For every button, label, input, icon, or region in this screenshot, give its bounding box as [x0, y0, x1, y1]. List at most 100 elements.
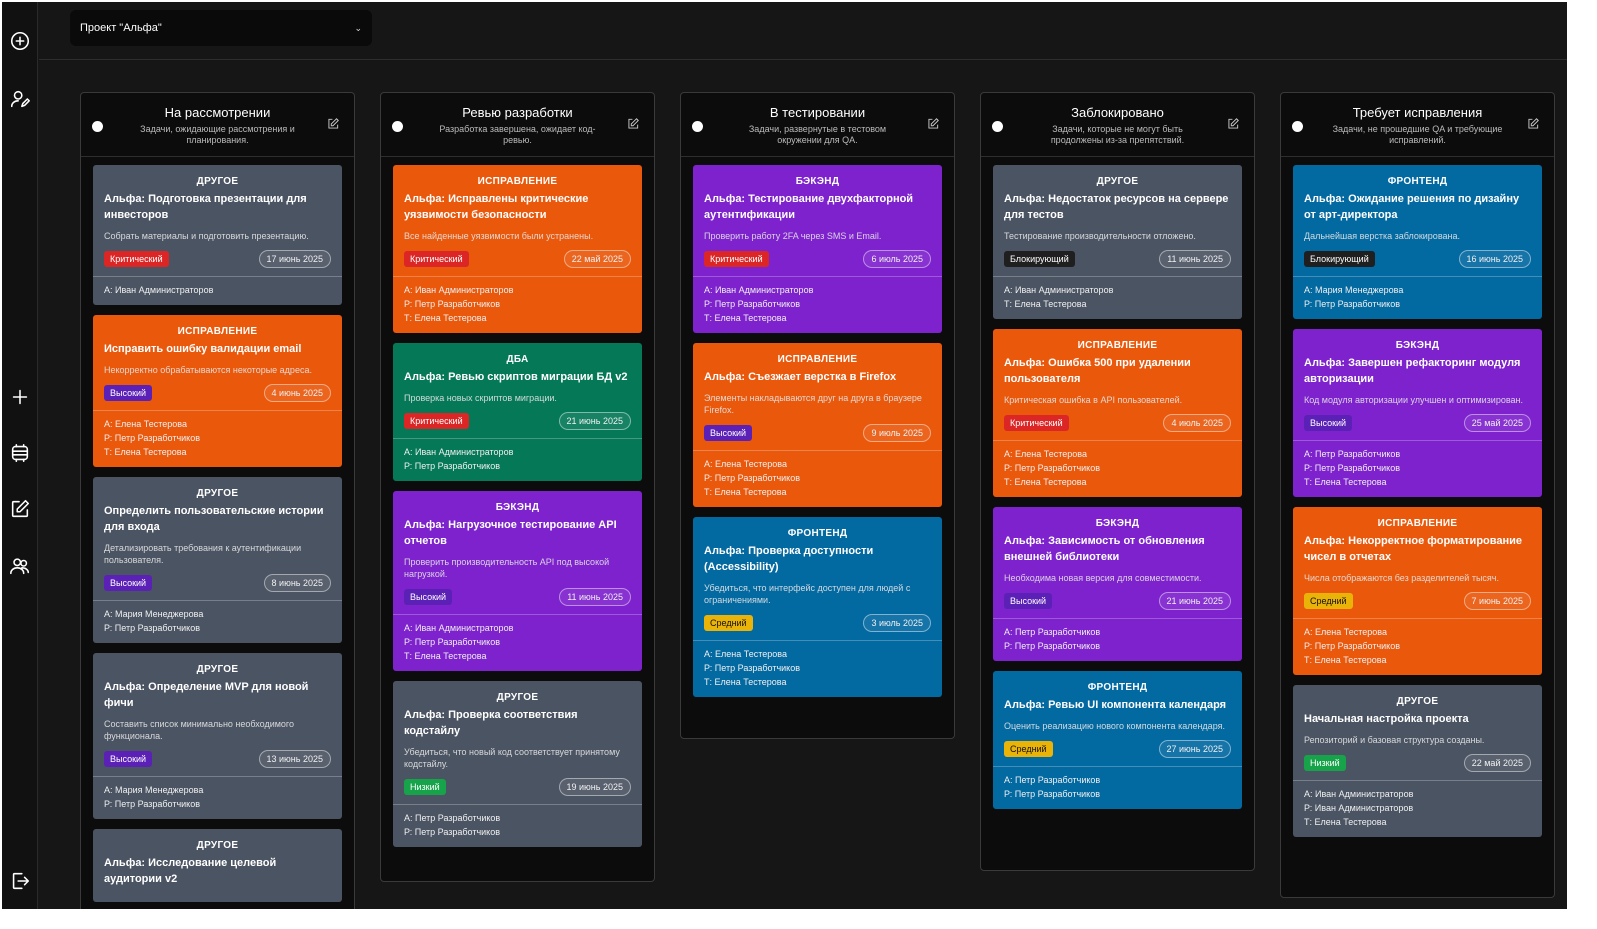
edit-icon[interactable] [1226, 117, 1240, 131]
project-select[interactable]: Проект "Альфа" ⌄ [70, 10, 372, 46]
due-date-badge: 21 июнь 2025 [558, 412, 631, 430]
task-card[interactable]: ДРУГОЕ Альфа: Недостаток ресурсов на серв… [993, 165, 1242, 319]
priority-badge: Критический [704, 251, 769, 267]
edit-icon[interactable] [326, 117, 340, 131]
card-divider [993, 440, 1242, 441]
edit-icon[interactable] [1526, 117, 1540, 131]
edit-icon[interactable] [926, 117, 940, 131]
board-column: Ревью разработки Разработка завершена, ож… [380, 92, 655, 882]
edit-icon[interactable] [626, 117, 640, 131]
card-meta: Высокий 25 май 2025 [1304, 414, 1531, 432]
user-edit-icon[interactable] [7, 86, 33, 112]
task-card[interactable]: БЭКЭНД Альфа: Тестирование двухфакторной … [693, 165, 942, 333]
priority-badge: Низкий [404, 779, 446, 795]
card-list: ДРУГОЕ Альфа: Недостаток ресурсов на серв… [981, 157, 1254, 809]
card-description: Числа отображаются без разделителей тыся… [1304, 573, 1499, 583]
task-card[interactable]: ДБА Альфа: Ревью скриптов миграции БД v2 П… [393, 343, 642, 481]
card-title: Определить пользовательские истории для … [104, 505, 324, 533]
task-card[interactable]: ИСПРАВЛЕНИЕ Альфа: Съезжает верстка в Fir… [693, 343, 942, 507]
column-description: Задачи, которые не могут быть продолжены… [1050, 124, 1185, 145]
due-date-badge: 16 июнь 2025 [1458, 250, 1531, 268]
card-meta: Критический 4 июль 2025 [1004, 414, 1231, 432]
card-assignees: А: Мария Менеджерова Р: Петр Разработчико… [1304, 283, 1531, 311]
assignee-line: А: Иван Администраторов [1004, 285, 1114, 295]
users-icon[interactable] [7, 553, 33, 579]
task-card[interactable]: БЭКЭНД Альфа: Нагрузочное тестирование AP… [393, 491, 642, 671]
task-card[interactable]: ИСПРАВЛЕНИЕ Альфа: Исправлены критические… [393, 165, 642, 333]
edit-icon[interactable] [7, 496, 33, 522]
add-circle-icon[interactable] [7, 28, 33, 54]
task-card[interactable]: ИСПРАВЛЕНИЕ Альфа: Ошибка 500 при удалени… [993, 329, 1242, 497]
card-type: БЭКЭНД [795, 176, 840, 187]
board-column: На рассмотрении Задачи, ожидающие рассмот… [80, 92, 355, 909]
task-card[interactable]: БЭКЭНД Альфа: Зависимость от обновления в… [993, 507, 1242, 661]
task-card[interactable]: ДРУГОЕ Определить пользовательские истори… [93, 477, 342, 643]
card-description: Репозиторий и базовая структура созданы. [1304, 735, 1485, 745]
task-card[interactable]: ИСПРАВЛЕНИЕ Альфа: Некорректное форматиро… [1293, 507, 1542, 675]
task-card[interactable]: ДРУГОЕ Альфа: Проверка соответствия кодст… [393, 681, 642, 847]
due-date-badge: 7 июнь 2025 [1463, 592, 1531, 610]
card-description: Убедиться, что интерфейс доступен для лю… [704, 583, 911, 605]
task-card[interactable]: ИСПРАВЛЕНИЕ Исправить ошибку валидации em… [93, 315, 342, 467]
due-date-badge: 11 июнь 2025 [559, 588, 631, 606]
card-meta: Высокий 21 июнь 2025 [1004, 592, 1231, 610]
card-assignees: А: Елена Тестерова Р: Петр Разработчиков Т… [1004, 447, 1231, 489]
card-assignees: А: Мария Менеджерова Р: Петр Разработчико… [104, 783, 331, 811]
assignee-line: А: Елена Тестерова [704, 649, 787, 659]
assignee-line: А: Елена Тестерова [1004, 449, 1087, 459]
card-type: БЭКЭНД [495, 502, 540, 513]
card-type: ДРУГОЕ [1096, 176, 1139, 187]
card-title: Альфа: Нагрузочное тестирование API отче… [404, 519, 617, 547]
card-type: ДРУГОЕ [196, 176, 239, 187]
assignee-line: Т: Елена Тестерова [404, 651, 487, 661]
card-title: Альфа: Проверка доступности (Accessibili… [704, 545, 874, 573]
priority-badge: Средний [1004, 741, 1053, 757]
card-type: ИСПРАВЛЕНИЕ [777, 354, 858, 365]
task-card[interactable]: ДРУГОЕ Альфа: Исследование целевой аудито… [93, 829, 342, 902]
column-header: На рассмотрении Задачи, ожидающие рассмот… [81, 93, 354, 157]
card-description: Проверить работу 2FA через SMS и Email. [704, 231, 882, 241]
due-date-badge: 25 май 2025 [1463, 414, 1531, 432]
card-assignees: А: Петр Разработчиков Р: Петр Разработчик… [1304, 447, 1531, 489]
card-description: Некорректно обрабатываются некоторые адр… [104, 365, 312, 375]
assignee-line: А: Иван Администраторов [404, 447, 514, 457]
task-card[interactable]: ДРУГОЕ Альфа: Подготовка презентации для … [93, 165, 342, 305]
card-type: ДРУГОЕ [196, 840, 239, 851]
sidebar [2, 2, 38, 909]
assignee-line: Р: Петр Разработчиков [1304, 299, 1400, 309]
card-assignees: А: Елена Тестерова Р: Петр Разработчиков Т… [104, 417, 331, 459]
priority-badge: Высокий [1304, 415, 1353, 431]
assignee-line: А: Мария Менеджерова [104, 785, 204, 795]
card-meta: Средний 7 июнь 2025 [1304, 592, 1531, 610]
card-description: Составить список минимально необходимого… [104, 719, 295, 741]
task-card[interactable]: ФРОНТЕНД Альфа: Ревью UI компонента кален… [993, 671, 1242, 809]
due-date-badge: 19 июнь 2025 [558, 778, 631, 796]
priority-badge: Высокий [104, 751, 153, 767]
task-card[interactable]: ФРОНТЕНД Альфа: Ожидание решения по дизай… [1293, 165, 1542, 319]
column-status-dot [92, 121, 103, 132]
board-column: В тестировании Задачи, развернутые в тест… [680, 92, 955, 739]
plus-icon[interactable] [7, 384, 33, 410]
card-assignees: А: Иван Администраторов [104, 283, 331, 297]
priority-badge: Высокий [1004, 593, 1053, 609]
logout-icon[interactable] [7, 868, 33, 894]
card-type: ИСПРАВЛЕНИЕ [1077, 340, 1158, 351]
card-divider [393, 438, 642, 439]
card-assignees: А: Иван Администраторов Р: Петр Разработч… [704, 283, 931, 325]
assignee-line: Т: Елена Тестерова [1304, 817, 1387, 827]
card-description: Убедиться, что новый код соответствует п… [404, 747, 620, 769]
card-assignees: А: Иван Администраторов Р: Петр Разработч… [404, 445, 631, 473]
priority-badge: Средний [704, 615, 753, 631]
task-card[interactable]: ДРУГОЕ Начальная настройка проекта Репозит… [1293, 685, 1542, 837]
card-meta: Высокий 11 июнь 2025 [404, 588, 631, 606]
due-date-badge: 17 июнь 2025 [258, 250, 331, 268]
priority-badge: Низкий [1304, 755, 1346, 771]
task-card[interactable]: БЭКЭНД Альфа: Завершен рефакторинг модуля… [1293, 329, 1542, 497]
priority-badge: Высокий [704, 425, 753, 441]
database-icon[interactable] [7, 440, 33, 466]
card-meta: Критический 21 июнь 2025 [404, 412, 631, 430]
column-header: В тестировании Задачи, развернутые в тест… [681, 93, 954, 157]
due-date-badge: 22 май 2025 [1463, 754, 1531, 772]
task-card[interactable]: ФРОНТЕНД Альфа: Проверка доступности (Acc… [693, 517, 942, 697]
task-card[interactable]: ДРУГОЕ Альфа: Определение MVP для новой ф… [93, 653, 342, 819]
